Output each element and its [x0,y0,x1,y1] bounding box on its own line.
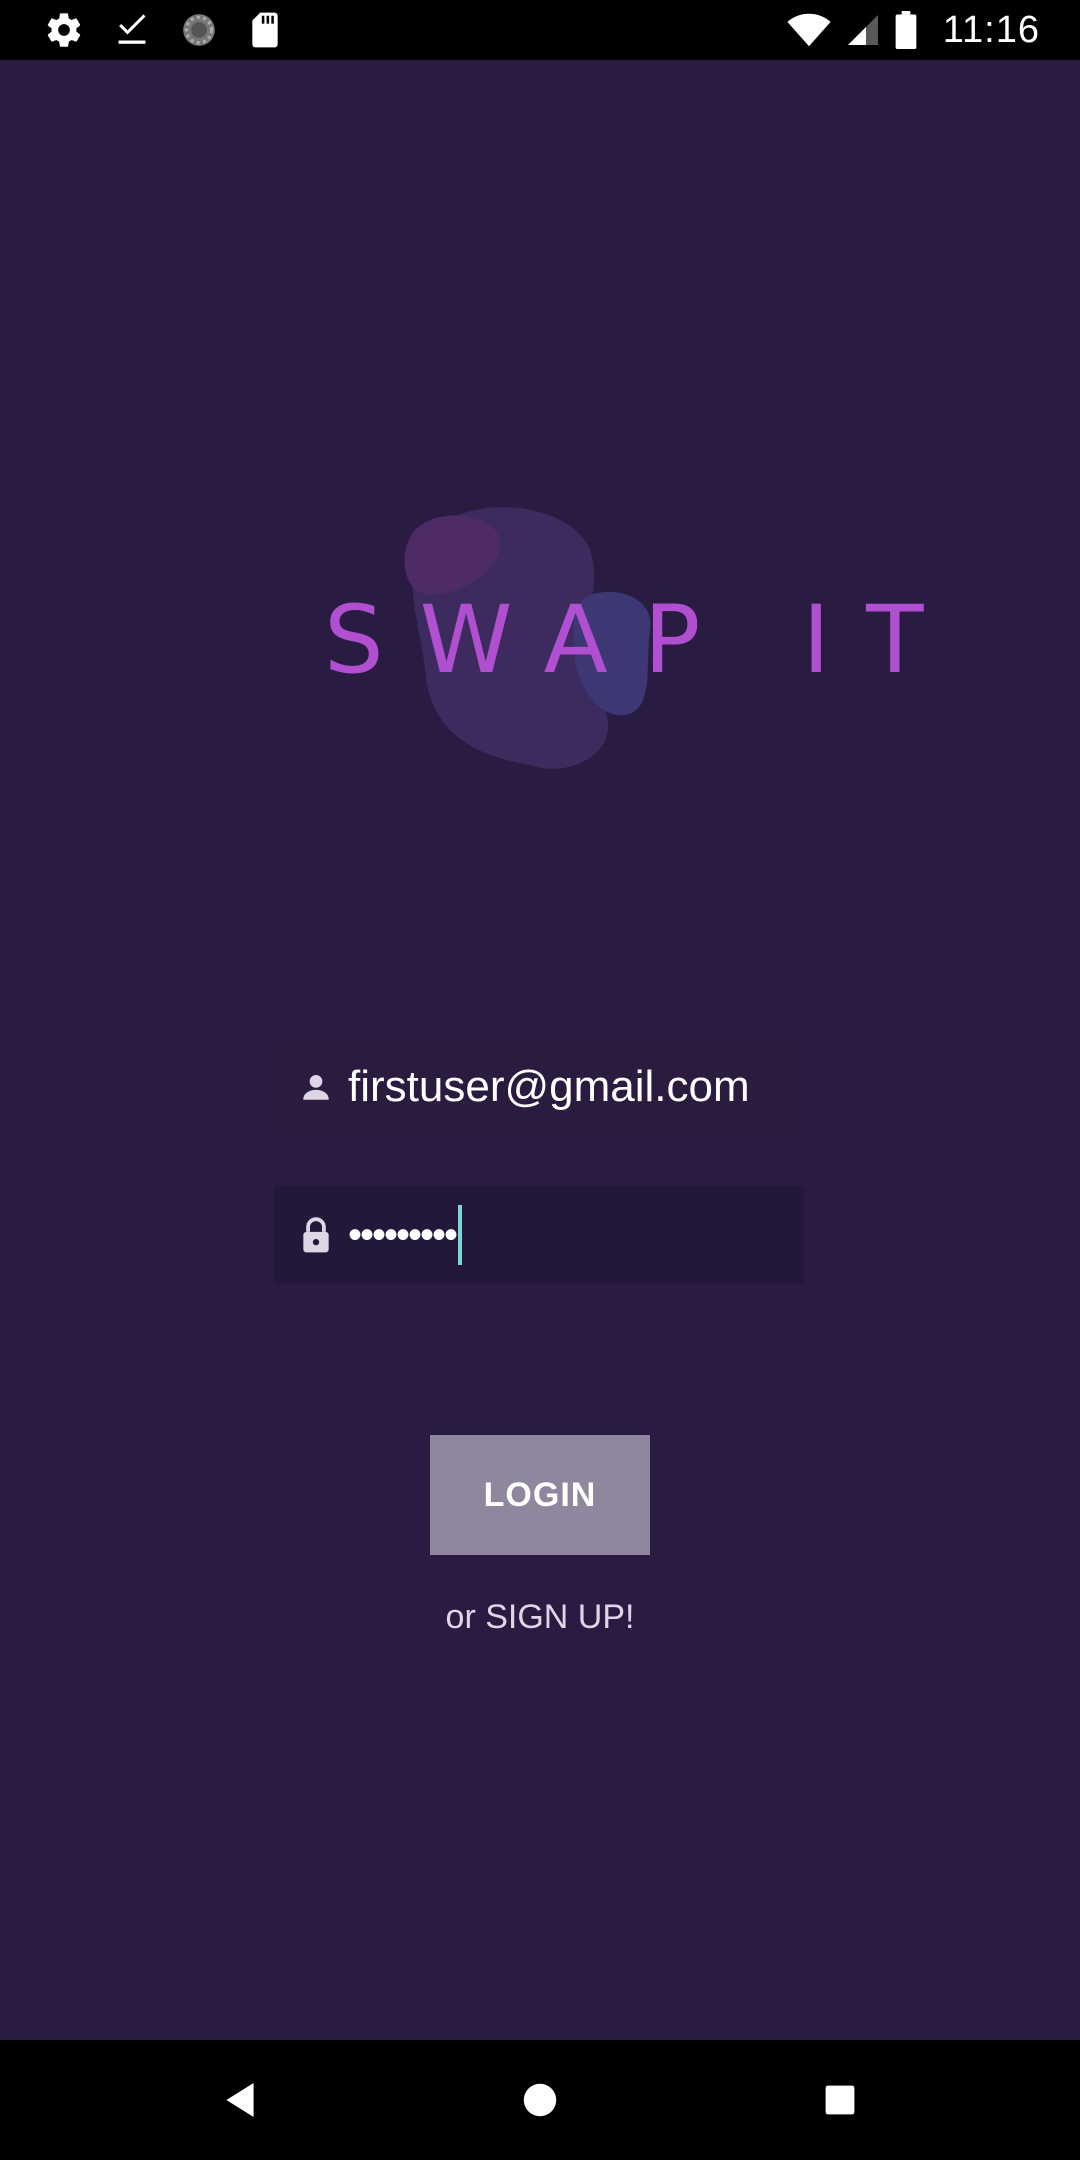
settings-icon [44,10,84,50]
status-bar: 11:16 [0,0,1080,60]
app-logo: SWAP IT [310,500,923,780]
status-right-icons: 11:16 [787,8,1040,52]
cell-signal-icon [845,12,881,48]
status-left-icons [44,10,282,50]
recents-icon[interactable] [810,2070,870,2130]
sync-circle-icon [180,11,218,49]
sd-card-icon [248,11,282,49]
login-button[interactable]: LOGIN [430,1435,650,1555]
navigation-bar [0,2040,1080,2160]
back-icon[interactable] [210,2070,270,2130]
logo-text: SWAP IT [324,586,960,695]
signup-link[interactable]: or SIGN UP! [0,1598,1080,1637]
email-value[interactable]: firstuser@gmail.com [348,1062,750,1112]
battery-icon [895,11,917,49]
person-icon [284,1070,348,1104]
password-field[interactable]: ••••••••• [274,1186,804,1284]
wifi-icon [787,12,831,48]
text-cursor [458,1205,463,1265]
password-value[interactable]: ••••••••• [348,1213,458,1258]
download-done-icon [114,12,150,48]
login-screen: 11:16 SWAP IT firstuser@gmail.com ••••••… [0,0,1080,2160]
home-icon[interactable] [510,2070,570,2130]
status-time: 11:16 [942,8,1040,51]
email-field[interactable]: firstuser@gmail.com [274,1038,804,1136]
lock-icon [284,1216,348,1254]
